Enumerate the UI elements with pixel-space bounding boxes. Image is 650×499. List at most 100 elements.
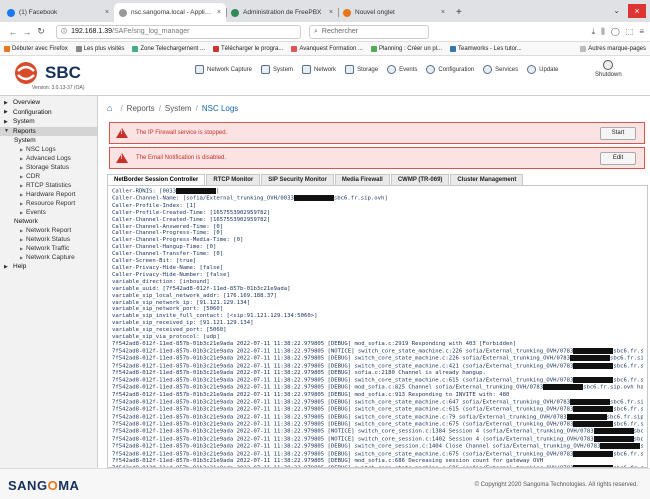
tab-cluster-management[interactable]: Cluster Management xyxy=(450,174,524,185)
chevron-right-icon: ▶ xyxy=(4,263,8,270)
tab-sip-security-monitor[interactable]: SIP Security Monitor xyxy=(261,174,334,185)
tab-title: Administration de FreePBX xyxy=(243,9,322,16)
library-icon[interactable]: ⫼ xyxy=(601,27,605,37)
browser-tab-new[interactable]: Nouvel onglet × xyxy=(338,3,450,22)
browser-tab-freepbx[interactable]: Administration de FreePBX × xyxy=(226,3,338,22)
breadcrumb-reports[interactable]: Reports xyxy=(127,104,155,113)
redaction-bar xyxy=(566,413,607,420)
nav-shutdown[interactable]: Shutdown xyxy=(595,60,622,78)
bookmark-item[interactable]: Teamworks - Les tutor... xyxy=(450,45,522,52)
log-line: Caller-Channel-Hangup-Time: [0] xyxy=(112,244,217,251)
sidebar-item-reports[interactable]: ▼ Reports xyxy=(0,126,97,136)
sidebar-item-network-traffic[interactable]: ▶ Network Traffic xyxy=(0,244,97,253)
sidebar-item-network-capture[interactable]: ▶ Network Capture xyxy=(0,253,97,262)
sidebar-item-cdr[interactable]: ▶ CDR xyxy=(0,172,97,181)
nav-events[interactable]: Events xyxy=(387,65,417,74)
menu-icon[interactable]: ≡ xyxy=(639,27,644,36)
nav-network-capture[interactable]: Network Capture xyxy=(195,65,252,74)
nav-network[interactable]: Network xyxy=(302,65,336,74)
close-tab-icon[interactable]: × xyxy=(329,9,333,16)
planning-icon xyxy=(370,45,377,52)
bookmark-item[interactable]: Planning : Créer un pl... xyxy=(370,45,442,52)
network-icon xyxy=(302,65,312,74)
sidebar-item-events[interactable]: ▶ Events xyxy=(0,208,97,217)
tab-list-chevron-icon[interactable]: ⌄ xyxy=(613,6,620,15)
breadcrumb-system[interactable]: System xyxy=(165,104,192,113)
tab-netborder-session-controller[interactable]: NetBorder Session Controller xyxy=(107,174,206,185)
log-line: variable_uuid: [7f542ad8-012f-11ed-857b-… xyxy=(112,285,291,292)
start-button[interactable]: Start xyxy=(600,127,636,140)
log-viewer[interactable]: Caller-RDNIS: [0033] Caller-Channel-Name:… xyxy=(107,185,648,468)
browser-tab-bar: (1) Facebook × nsc.sangoma.local - Appli… xyxy=(0,0,650,22)
other-bookmarks[interactable]: Autres marque-pages xyxy=(580,45,646,52)
browser-tab-facebook[interactable]: (1) Facebook × xyxy=(2,3,114,22)
bookmark-item[interactable]: Débuter avec Firefox xyxy=(4,45,68,52)
network-capture-icon xyxy=(195,65,204,74)
system-icon xyxy=(261,65,271,74)
tab-rtcp-monitor[interactable]: RTCP Monitor xyxy=(206,174,261,185)
log-line: Caller-Profile-Index: [1] xyxy=(112,202,197,209)
tab-cwmp[interactable]: CWMP (TR-069) xyxy=(390,174,450,185)
teamworks-icon xyxy=(450,45,456,52)
nav-storage[interactable]: Storage xyxy=(345,65,378,74)
tab-title: Nouvel onglet xyxy=(355,9,395,16)
edit-button[interactable]: Edit xyxy=(600,152,636,165)
sidebar-item-advanced-logs[interactable]: ▶ Advanced Logs xyxy=(0,154,97,163)
sidebar-item-system[interactable]: ▶ System xyxy=(0,117,97,127)
extensions-icon[interactable]: ⬚ xyxy=(626,27,634,36)
sidebar-item-network-report[interactable]: ▶ Network Report xyxy=(0,226,97,235)
bookmark-item[interactable]: Télécharger le progra... xyxy=(212,45,283,52)
sidebar-item-network-status[interactable]: ▶ Network Status xyxy=(0,235,97,244)
sidebar-item-configuration[interactable]: ▶ Configuration xyxy=(0,108,97,118)
downloads-icon[interactable]: ⤓ xyxy=(592,27,596,37)
back-arrow-icon[interactable]: ← xyxy=(6,27,20,37)
sidebar: ▶ Overview ▶ Configuration ▶ System ▼ Report… xyxy=(0,96,98,468)
search-input[interactable]: ⌕ Rechercher xyxy=(309,24,429,39)
nav-services[interactable]: Services xyxy=(483,65,518,74)
home-icon[interactable]: ⌂ xyxy=(107,103,112,113)
close-tab-icon[interactable]: × xyxy=(217,9,221,16)
account-icon[interactable]: ◯ xyxy=(611,27,620,36)
close-tab-icon[interactable]: × xyxy=(105,9,109,16)
reload-icon[interactable]: ↻ xyxy=(34,26,48,37)
log-line: Caller-Channel-Progress-Time: [0] xyxy=(112,230,224,237)
nav-update[interactable]: Update xyxy=(527,65,559,74)
log-line: 7f542ad8-012f-11ed-857b-01b3c21e9ada 202… xyxy=(112,398,643,406)
sbc-logo[interactable]: SBC xyxy=(12,60,88,86)
log-line: variable_sip_invite_full_contact: [<sip:… xyxy=(112,313,318,320)
download-icon xyxy=(212,45,219,52)
bookmarks-bar: Débuter avec Firefox Les plus visités Zo… xyxy=(0,42,650,56)
close-tab-icon[interactable]: × xyxy=(441,9,445,16)
sidebar-item-nsc-logs[interactable]: ▶ NSC Logs xyxy=(0,145,97,154)
bookmark-item[interactable]: Avanquest Formation ... xyxy=(291,45,363,52)
page-info-icon[interactable]: 🛈 xyxy=(61,27,67,37)
sidebar-item-overview[interactable]: ▶ Overview xyxy=(0,98,97,108)
redaction-bar xyxy=(600,443,641,450)
sidebar-item-help[interactable]: ▶ Help xyxy=(0,262,97,272)
redaction-bar xyxy=(293,195,334,202)
storage-icon xyxy=(345,65,355,74)
browser-tab-sangoma[interactable]: nsc.sangoma.local - Applicatio × xyxy=(114,3,226,22)
sidebar-item-hardware-report[interactable]: ▶ Hardware Report xyxy=(0,190,97,199)
sidebar-item-rtcp-statistics[interactable]: ▶ RTCP Statistics xyxy=(0,181,97,190)
bookmark-item[interactable]: Zone Telechargement ... xyxy=(132,45,205,52)
window-close-icon[interactable]: × xyxy=(628,4,646,18)
redaction-bar xyxy=(573,450,614,457)
new-tab-plus-icon[interactable]: + xyxy=(456,3,462,22)
nav-system[interactable]: System xyxy=(261,65,293,74)
forward-arrow-icon[interactable]: → xyxy=(20,27,34,37)
events-icon xyxy=(387,65,397,74)
sidebar-item-storage-status[interactable]: ▶ Storage Status xyxy=(0,163,97,172)
tab-media-firewall[interactable]: Media Firewall xyxy=(334,174,390,185)
log-line: 7f542ad8-012f-11ed-857b-01b3c21e9ada 202… xyxy=(112,406,643,413)
sangoma-footer-logo: SANGOMA xyxy=(8,478,80,493)
breadcrumb-separator: / xyxy=(158,103,161,113)
bookmark-item[interactable]: Les plus visités xyxy=(75,45,124,52)
url-bar[interactable]: 🛈 192.168.1.39/SAFe/sng_log_manager xyxy=(56,24,301,39)
nav-configuration[interactable]: Configuration xyxy=(426,65,474,74)
main-content: ⌂ / Reports / System / NSC Logs The IP F… xyxy=(99,96,650,468)
log-line: Caller-Privacy-Hide-Name: [false] xyxy=(112,264,224,271)
chevron-right-icon: ▶ xyxy=(4,118,8,125)
log-line: 7f542ad8-012f-11ed-857b-01b3c21e9ada 202… xyxy=(112,376,643,384)
sidebar-item-resource-report[interactable]: ▶ Resource Report xyxy=(0,199,97,208)
